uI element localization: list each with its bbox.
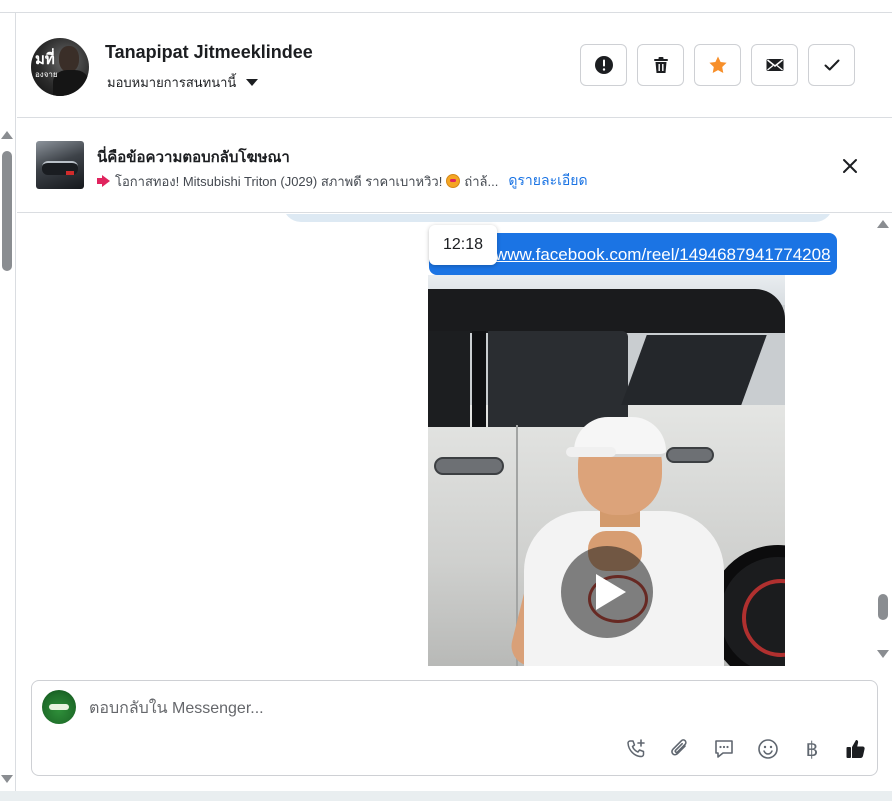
reel-video-preview[interactable] bbox=[428, 275, 785, 666]
avatar-body bbox=[53, 70, 89, 96]
ad-thumbnail[interactable] bbox=[36, 141, 84, 189]
delete-button[interactable] bbox=[637, 44, 684, 86]
conversation-header: มที่ องจาย Tanapipat Jitmeeklindee มอบหม… bbox=[17, 14, 892, 118]
header-actions bbox=[580, 44, 855, 86]
saved-reply-button[interactable] bbox=[712, 737, 736, 761]
video-car-pillar bbox=[472, 331, 486, 427]
close-banner-button[interactable] bbox=[840, 156, 860, 176]
message-scrollbar[interactable] bbox=[876, 214, 890, 664]
reply-composer: ฿ bbox=[31, 680, 878, 776]
like-button[interactable] bbox=[844, 737, 868, 761]
emoji-button[interactable] bbox=[756, 737, 780, 761]
star-button[interactable] bbox=[694, 44, 741, 86]
scroll-up-arrow[interactable] bbox=[877, 220, 889, 228]
ad-subtitle-trail: ถ่าล้... bbox=[464, 173, 499, 189]
video-car-roof bbox=[428, 289, 785, 333]
chevron-down-icon bbox=[246, 79, 259, 86]
alert-circle-icon bbox=[594, 56, 613, 74]
trash-icon bbox=[653, 57, 668, 73]
contact-avatar[interactable]: มที่ องจาย bbox=[31, 38, 89, 96]
top-strip bbox=[0, 0, 892, 13]
avatar-text: มที่ bbox=[35, 50, 55, 68]
mark-unread-button[interactable] bbox=[751, 44, 798, 86]
view-details-link[interactable]: ดูรายละเอียด bbox=[508, 170, 587, 192]
ad-banner-title: นี่คือข้อความตอบกลับโฆษณา bbox=[97, 149, 290, 166]
message-thread: www.facebook.com/reel/1494687941774208 1… bbox=[17, 214, 875, 666]
check-icon bbox=[824, 59, 839, 71]
avatar-face bbox=[59, 46, 79, 72]
video-person-cap-brim bbox=[566, 447, 616, 457]
page-avatar bbox=[42, 690, 76, 724]
ad-subtitle-text: โอกาสทอง! Mitsubishi Triton (J029) สภาพด… bbox=[115, 173, 443, 189]
left-scrollbar[interactable] bbox=[0, 13, 16, 801]
payment-button[interactable]: ฿ bbox=[800, 737, 824, 761]
star-struck-emoji-icon bbox=[446, 174, 461, 188]
assign-label: มอบหมายการสนทนานี้ bbox=[107, 75, 237, 90]
ad-thumb-accent bbox=[66, 171, 74, 175]
ad-reply-banner: นี่คือข้อความตอบกลับโฆษณา โอกาสทอง! Mits… bbox=[17, 119, 892, 213]
envelope-icon bbox=[766, 59, 783, 71]
video-car-window bbox=[428, 331, 470, 427]
avatar-subtext: องจาย bbox=[35, 70, 58, 79]
assign-dropdown[interactable]: มอบหมายการสนทนานี้ bbox=[107, 72, 259, 93]
scroll-thumb[interactable] bbox=[878, 594, 888, 620]
payment-icon: ฿ bbox=[805, 737, 819, 761]
contact-name[interactable]: Tanapipat Jitmeeklindee bbox=[105, 42, 313, 63]
emoji-icon bbox=[758, 739, 778, 759]
play-icon[interactable] bbox=[561, 546, 653, 638]
video-car-handle bbox=[434, 457, 504, 475]
reply-input[interactable] bbox=[89, 698, 849, 720]
like-icon bbox=[846, 740, 865, 758]
previous-message-bubble[interactable] bbox=[283, 214, 833, 222]
ad-banner-subtitle: โอกาสทอง! Mitsubishi Triton (J029) สภาพด… bbox=[97, 170, 588, 192]
video-car-window bbox=[488, 331, 628, 427]
add-call-icon bbox=[627, 739, 645, 758]
close-icon bbox=[843, 159, 857, 173]
composer-tools: ฿ bbox=[624, 737, 868, 761]
timestamp-tooltip: 12:18 bbox=[429, 225, 497, 265]
attachment-button[interactable] bbox=[668, 737, 692, 761]
add-call-button[interactable] bbox=[624, 737, 648, 761]
mark-done-button[interactable] bbox=[808, 44, 855, 86]
scroll-down-arrow[interactable] bbox=[877, 650, 889, 658]
video-car-handle bbox=[666, 447, 714, 463]
bottom-strip bbox=[0, 791, 892, 801]
star-icon bbox=[708, 56, 727, 73]
video-car-window bbox=[621, 335, 767, 405]
megaphone-icon bbox=[97, 175, 111, 187]
saved-reply-icon bbox=[715, 740, 733, 758]
attachment-icon bbox=[671, 739, 687, 756]
spam-button[interactable] bbox=[580, 44, 627, 86]
scroll-up-arrow[interactable] bbox=[1, 131, 13, 139]
reel-link[interactable]: www.facebook.com/reel/1494687941774208 bbox=[495, 245, 831, 265]
scroll-thumb[interactable] bbox=[2, 151, 12, 271]
scroll-down-arrow[interactable] bbox=[1, 775, 13, 783]
